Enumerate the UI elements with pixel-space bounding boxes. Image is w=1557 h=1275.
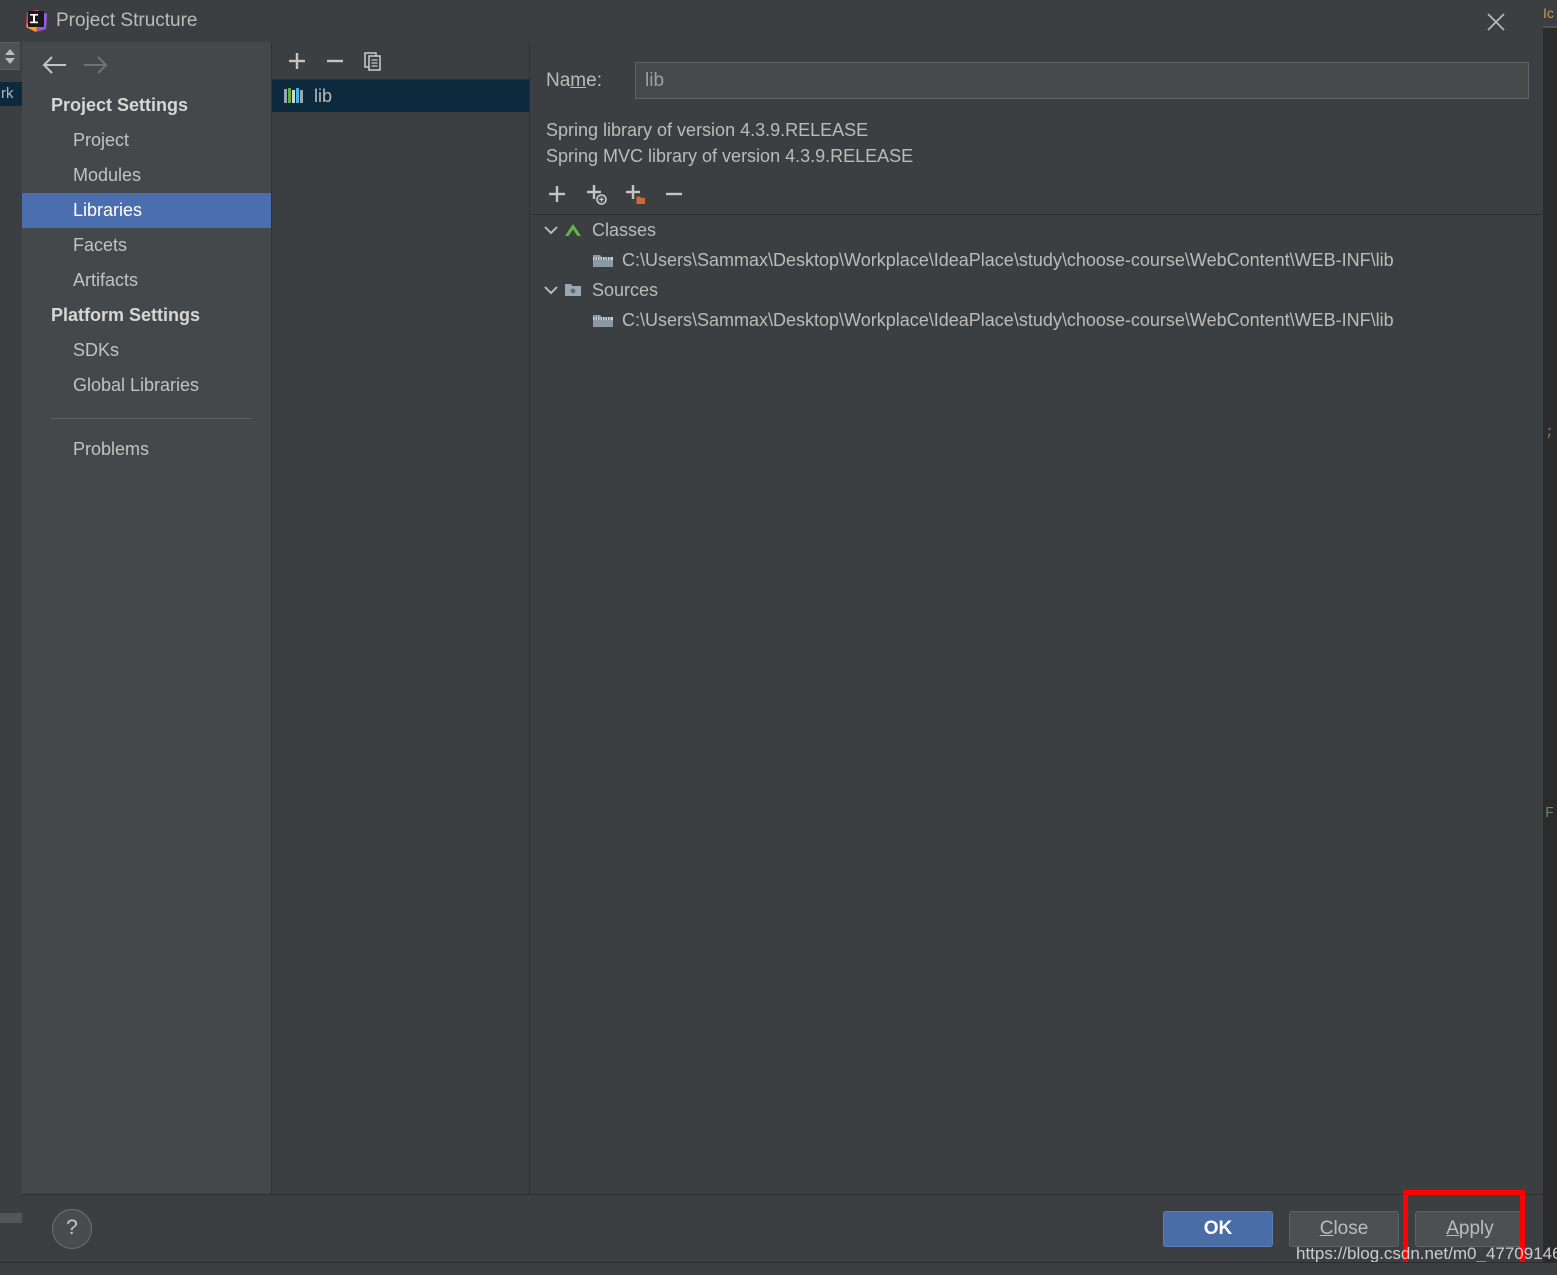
classes-root-icon — [562, 221, 584, 239]
library-icon — [283, 87, 305, 105]
close-icon[interactable] — [1473, 0, 1519, 42]
intellij-idea-icon — [25, 9, 49, 33]
tree-row[interactable]: Classes — [530, 215, 1542, 245]
editor-tab-underline — [1543, 26, 1557, 28]
library-detail-pane: Name: Spring library of version 4.3.9.RE… — [530, 42, 1543, 1194]
ide-background-right: Ic ; F — [1543, 0, 1557, 1275]
list-item-label: lib — [314, 85, 333, 106]
arrow-left-icon[interactable] — [40, 52, 70, 78]
library-list-pane: lib — [272, 42, 530, 1194]
sidebar-item-sdks[interactable]: SDKs — [22, 333, 271, 368]
editor-code-fragment-2: F — [1545, 805, 1555, 822]
dialog-titlebar: Project Structure — [22, 0, 1543, 42]
nav-group-project-settings: Project Settings — [51, 95, 189, 115]
ide-left-bottom-strip — [0, 1213, 22, 1223]
tree-row-label: C:\Users\Sammax\Desktop\Workplace\IdeaPl… — [622, 249, 1394, 270]
library-roots-toolbar — [542, 177, 1527, 211]
plus-icon[interactable] — [542, 179, 572, 209]
nav-group-platform-settings: Platform Settings — [51, 305, 201, 325]
chevron-down-icon[interactable] — [540, 279, 562, 301]
sidebar-item-global-libraries[interactable]: Global Libraries — [22, 368, 271, 403]
library-description-line-1: Spring library of version 4.3.9.RELEASE — [546, 120, 869, 140]
project-tree-row-background: rk — [0, 82, 22, 106]
name-label: Name: — [546, 70, 602, 91]
nav-divider — [51, 418, 251, 419]
jar-folder-icon — [592, 251, 614, 269]
plus-circle-icon[interactable] — [581, 179, 611, 209]
library-roots-tree: Classes C:\Users\Sammax\Desktop\Workplac… — [530, 214, 1542, 1194]
dialog-title: Project Structure — [56, 10, 198, 31]
screenshot-root: rk Ic ; F Project Structure Project Sett… — [0, 0, 1557, 1275]
navigation-toolbar — [22, 42, 271, 86]
close-button[interactable]: Close — [1289, 1211, 1399, 1247]
tree-row-label: C:\Users\Sammax\Desktop\Workplace\IdeaPl… — [622, 309, 1394, 330]
tree-row[interactable]: C:\Users\Sammax\Desktop\Workplace\IdeaPl… — [530, 245, 1542, 275]
plus-icon[interactable] — [282, 46, 312, 76]
editor-code-fragment-1: ; — [1545, 424, 1555, 441]
arrow-right-icon[interactable] — [80, 52, 110, 78]
tree-row-label: Classes — [592, 219, 657, 240]
ide-status-bar — [0, 1262, 1557, 1275]
tree-row[interactable]: C:\Users\Sammax\Desktop\Workplace\IdeaPl… — [530, 305, 1542, 335]
tree-row[interactable]: Sources — [530, 275, 1542, 305]
library-list-toolbar — [272, 42, 529, 80]
sources-root-icon — [562, 281, 584, 299]
sidebar-item-problems[interactable]: Problems — [22, 432, 271, 467]
sidebar-item-facets[interactable]: Facets — [22, 228, 271, 263]
sidebar-item-project[interactable]: Project — [22, 123, 271, 158]
settings-navigation-pane: Project Settings Project Modules Librari… — [22, 42, 272, 1194]
chevron-down-icon[interactable] — [540, 219, 562, 241]
apply-button[interactable]: Apply — [1415, 1211, 1525, 1247]
watermark-text: https://blog.csdn.net/m0_47709146 — [1296, 1244, 1557, 1263]
plus-folder-icon[interactable] — [620, 179, 650, 209]
minus-icon[interactable] — [320, 46, 350, 76]
editor-tab-background: Ic — [1543, 0, 1557, 26]
sidebar-item-artifacts[interactable]: Artifacts — [22, 263, 271, 298]
tree-row-label: Sources — [592, 279, 659, 300]
library-list: lib — [272, 80, 529, 112]
settings-category-list: Project Settings Project Modules Librari… — [22, 88, 271, 467]
project-structure-dialog: Project Structure Project Settings Proje… — [22, 0, 1543, 1263]
name-input[interactable] — [635, 62, 1529, 99]
library-description-line-2: Spring MVC library of version 4.3.9.RELE… — [546, 146, 914, 166]
copy-icon[interactable] — [358, 46, 388, 76]
help-button[interactable]: ? — [52, 1209, 92, 1249]
toolwindow-stripe-button[interactable] — [0, 42, 20, 70]
sidebar-item-modules[interactable]: Modules — [22, 158, 271, 193]
name-row: Name: — [546, 62, 1531, 100]
list-item[interactable]: lib — [272, 80, 529, 112]
sidebar-item-libraries[interactable]: Libraries — [22, 193, 271, 228]
ok-button[interactable]: OK — [1163, 1211, 1273, 1247]
ide-background-left: rk — [0, 0, 22, 1275]
jar-folder-icon — [592, 311, 614, 329]
minus-icon[interactable] — [659, 179, 689, 209]
